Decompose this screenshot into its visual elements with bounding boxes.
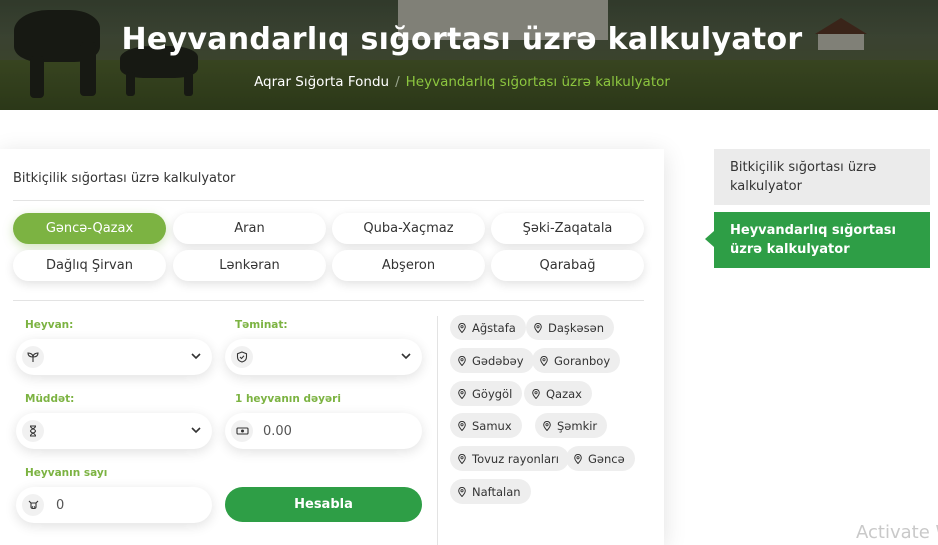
- count-value-text: 0: [56, 497, 65, 513]
- district-chip: Qazax: [524, 381, 592, 406]
- map-pin-icon: [458, 453, 466, 464]
- chevron-down-icon: [191, 353, 201, 360]
- calculator-card: Bitkiçilik sığortası üzrə kalkulyator Gə…: [0, 149, 664, 545]
- coverage-label: Təminat:: [235, 319, 288, 331]
- sidebar-item-crop-calculator[interactable]: Bitkiçilik sığortası üzrə kalkulyator: [714, 149, 930, 205]
- district-chip: Şəmkir: [535, 413, 608, 438]
- vertical-divider: [437, 316, 438, 545]
- district-chip: Samux: [450, 413, 522, 438]
- region-tab-quba-xacmaz[interactable]: Quba-Xaçmaz: [332, 213, 485, 244]
- chevron-down-icon: [191, 427, 201, 434]
- map-pin-icon: [574, 453, 582, 464]
- cow-icon: [22, 494, 44, 516]
- region-tab-gence-qazax[interactable]: Gəncə-Qazax: [13, 213, 166, 244]
- unit-value-input[interactable]: 0.00: [225, 413, 422, 449]
- district-chip: Göygöl: [450, 381, 523, 406]
- calculate-button[interactable]: Hesabla: [225, 487, 422, 522]
- district-chip: Ağstafa: [450, 315, 526, 340]
- region-tab-dagliq-sirvan[interactable]: Dağlıq Şirvan: [13, 250, 166, 281]
- plant-icon: [22, 346, 44, 368]
- breadcrumb-current: Heyvandarlıq sığortası üzrə kalkulyator: [405, 74, 670, 90]
- shield-icon: [231, 346, 253, 368]
- page-title: Heyvandarlıq sığortası üzrə kalkulyator: [121, 22, 803, 57]
- region-tab-qarabag[interactable]: Qarabağ: [491, 250, 644, 281]
- unit-value-text: 0.00: [263, 423, 292, 439]
- district-chip: Gədəbəy: [450, 348, 534, 373]
- animal-label: Heyvan:: [25, 319, 74, 331]
- active-indicator-arrow: [705, 231, 714, 247]
- region-tab-abseron[interactable]: Abşeron: [332, 250, 485, 281]
- district-chip: Naftalan: [450, 479, 531, 504]
- calculator-header: Bitkiçilik sığortası üzrə kalkulyator: [13, 171, 236, 186]
- map-pin-icon: [540, 355, 548, 366]
- region-tab-lenkeran[interactable]: Lənkəran: [173, 250, 326, 281]
- breadcrumb-separator: /: [395, 74, 400, 90]
- map-pin-icon: [458, 355, 466, 366]
- breadcrumb: Aqrar Sığorta Fondu / Heyvandarlıq sığorta…: [0, 74, 924, 90]
- map-pin-icon: [534, 322, 542, 333]
- hero-banner: Heyvandarlıq sığortası üzrə kalkulyator …: [0, 0, 938, 110]
- coverage-select[interactable]: [225, 339, 422, 375]
- unit-value-label: 1 heyvanın dəyəri: [235, 393, 341, 405]
- duration-select[interactable]: [16, 413, 212, 449]
- map-pin-icon: [458, 420, 466, 431]
- divider: [13, 300, 644, 301]
- region-tab-seki-zaqatala[interactable]: Şəki-Zaqatala: [491, 213, 644, 244]
- sidebar-item-livestock-calculator[interactable]: Heyvandarlıq sığortası üzrə kalkulyator: [714, 212, 930, 268]
- hourglass-icon: [22, 420, 44, 442]
- district-chip: Tovuz rayonları: [450, 446, 569, 471]
- activate-windows-watermark: Activate W: [856, 522, 938, 543]
- map-pin-icon: [532, 388, 540, 399]
- district-chip: Goranboy: [532, 348, 621, 373]
- map-pin-icon: [543, 420, 551, 431]
- duration-label: Müddət:: [25, 393, 75, 405]
- map-pin-icon: [458, 388, 466, 399]
- count-label: Heyvanın sayı: [25, 467, 108, 479]
- map-pin-icon: [458, 486, 466, 497]
- map-pin-icon: [458, 322, 466, 333]
- divider: [13, 200, 644, 201]
- region-tab-aran[interactable]: Aran: [173, 213, 326, 244]
- breadcrumb-home-link[interactable]: Aqrar Sığorta Fondu: [254, 74, 389, 90]
- chevron-down-icon: [401, 353, 411, 360]
- animal-select[interactable]: [16, 339, 212, 375]
- count-input[interactable]: 0: [16, 487, 212, 523]
- money-icon: [231, 420, 253, 442]
- district-chip: Gəncə: [566, 446, 635, 471]
- district-chip: Daşkəsən: [526, 315, 614, 340]
